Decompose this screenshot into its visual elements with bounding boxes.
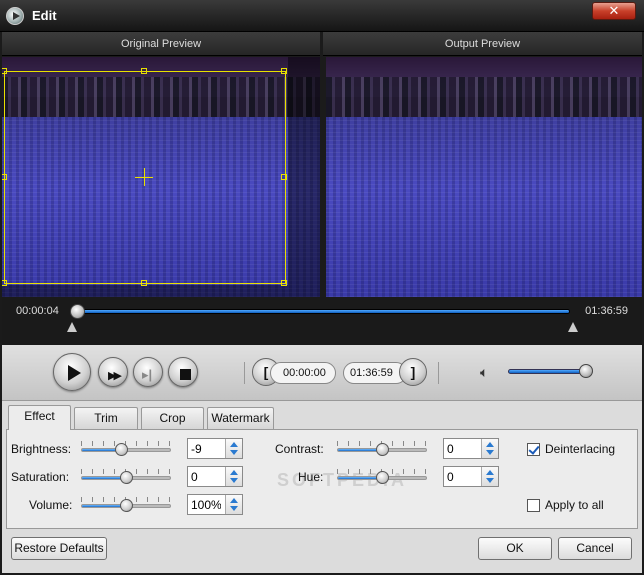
saturation-spin-buttons[interactable] (225, 467, 242, 486)
contrast-input[interactable] (444, 439, 480, 458)
effect-panel: SOFTPEDIA Brightness: Saturation: (6, 429, 638, 529)
saturation-input[interactable] (188, 467, 224, 486)
original-preview-header: Original Preview (2, 32, 320, 56)
output-preview-header: Output Preview (323, 32, 642, 56)
crop-handle-left[interactable] (2, 174, 7, 180)
timeline-scrubber[interactable] (70, 304, 85, 319)
crop-handle-bottom-right[interactable] (281, 280, 287, 286)
play-button[interactable] (53, 353, 91, 391)
contrast-knob[interactable] (376, 443, 389, 456)
total-time: 01:36:59 (585, 305, 628, 317)
stop-icon (180, 369, 191, 380)
tab-trim[interactable]: Trim (74, 407, 138, 429)
crop-handle-bottom-left[interactable] (2, 280, 7, 286)
start-time-field[interactable]: 00:00:00 (270, 362, 336, 384)
playback-controls: ▶▶ ▸| [ 00:00:00 01:36:59 ] 🔈︎ (2, 345, 642, 401)
crop-shade-bottom (2, 285, 288, 297)
output-preview (326, 57, 642, 297)
tab-effect[interactable]: Effect (8, 405, 71, 430)
contrast-stepper[interactable] (443, 438, 499, 459)
stop-button[interactable] (168, 357, 198, 387)
timeline-track[interactable] (78, 309, 570, 314)
ok-button[interactable]: OK (478, 537, 552, 560)
volume-slider[interactable] (508, 369, 588, 374)
separator (438, 362, 439, 384)
title-bar: Edit ✕ (0, 0, 644, 32)
close-button[interactable]: ✕ (592, 2, 636, 20)
volume-stepper[interactable] (187, 494, 243, 515)
saturation-stepper[interactable] (187, 466, 243, 487)
volume-spin-buttons[interactable] (225, 495, 242, 514)
timeline-bar: 00:00:04 01:36:59 (2, 297, 642, 345)
original-preview[interactable] (2, 57, 320, 297)
crop-handle-top-left[interactable] (2, 68, 7, 74)
trim-end-marker[interactable] (568, 322, 578, 332)
crop-center-crosshair-v (144, 168, 145, 186)
hue-spin-buttons[interactable] (481, 467, 498, 486)
volume-input[interactable] (188, 495, 224, 514)
brightness-knob[interactable] (115, 443, 128, 456)
restore-defaults-button[interactable]: Restore Defaults (11, 537, 107, 560)
hue-knob[interactable] (376, 471, 389, 484)
brightness-stepper[interactable] (187, 438, 243, 459)
apply-to-all-label[interactable]: Apply to all (545, 498, 604, 512)
tab-watermark[interactable]: Watermark (207, 407, 274, 429)
saturation-label: Saturation: (11, 470, 70, 484)
video-frame-output (326, 57, 642, 297)
crop-handle-bottom[interactable] (141, 280, 147, 286)
fast-forward-button[interactable]: ▶▶ (98, 357, 128, 387)
trim-start-marker[interactable] (67, 322, 77, 332)
hue-label: Hue: (298, 470, 324, 484)
app-logo-icon (6, 7, 24, 25)
play-icon (68, 365, 81, 381)
contrast-spin-buttons[interactable] (481, 439, 498, 458)
crop-shade-right (288, 57, 320, 297)
contrast-label: Contrast: (275, 442, 324, 456)
set-end-button[interactable]: ] (399, 358, 427, 386)
current-time: 00:00:04 (16, 305, 59, 317)
edit-tabs-area: Effect Trim Crop Watermark SOFTPEDIA Bri… (2, 401, 642, 573)
cancel-button[interactable]: Cancel (558, 537, 632, 560)
timeline-progress (79, 310, 569, 313)
volume-label: Volume: (29, 498, 73, 512)
fast-forward-icon: ▶▶ (108, 370, 122, 382)
volume-level-knob[interactable] (120, 499, 133, 512)
brightness-input[interactable] (188, 439, 224, 458)
crop-handle-top-right[interactable] (281, 68, 287, 74)
window-title: Edit (32, 8, 57, 23)
crop-handle-right[interactable] (281, 174, 287, 180)
tab-crop[interactable]: Crop (141, 407, 204, 429)
crop-handle-top[interactable] (141, 68, 147, 74)
saturation-knob[interactable] (120, 471, 133, 484)
apply-to-all-checkbox[interactable] (527, 499, 540, 512)
brightness-spin-buttons[interactable] (225, 439, 242, 458)
hue-stepper[interactable] (443, 466, 499, 487)
brightness-label: Brightness: (11, 442, 72, 456)
volume-icon[interactable]: 🔈︎ (480, 364, 488, 381)
deinterlacing-label[interactable]: Deinterlacing (545, 442, 615, 456)
deinterlacing-checkbox[interactable] (527, 443, 540, 456)
step-frame-icon: ▸| (142, 367, 153, 382)
edit-window: Edit ✕ Original Preview Output Preview 0… (0, 0, 644, 575)
separator (244, 362, 245, 384)
step-frame-button[interactable]: ▸| (133, 357, 163, 387)
volume-knob[interactable] (579, 364, 593, 378)
hue-input[interactable] (444, 467, 480, 486)
end-time-field[interactable]: 01:36:59 (343, 362, 407, 384)
